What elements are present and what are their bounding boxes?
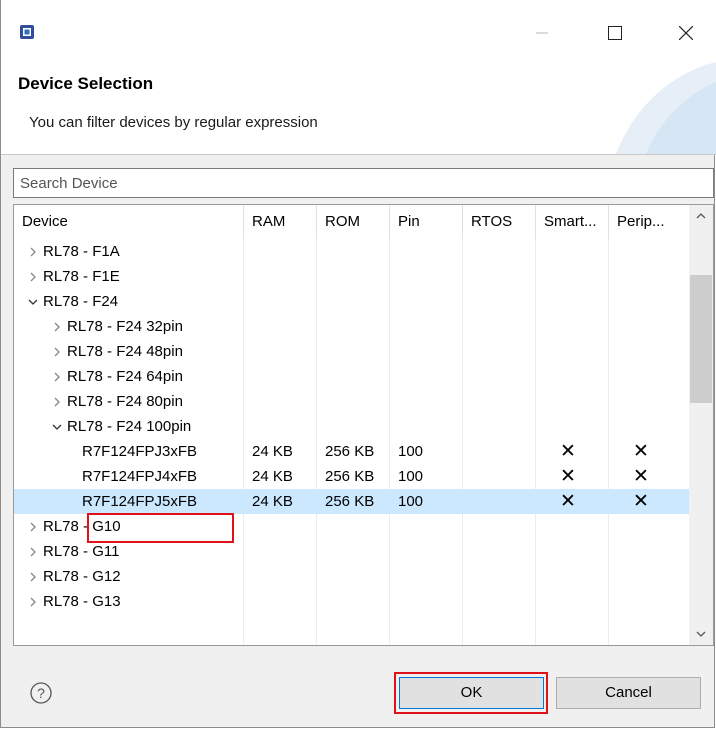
- chevron-right-icon[interactable]: [50, 339, 64, 364]
- scrollbar-thumb[interactable]: [690, 275, 712, 403]
- chevron-right-icon[interactable]: [50, 389, 64, 414]
- maximize-button[interactable]: [600, 20, 630, 46]
- cell-smart: ✕: [560, 491, 576, 512]
- dialog-header: Device Selection You can filter devices …: [1, 62, 716, 155]
- device-label: RL78 - G12: [43, 568, 121, 585]
- device-label: R7F124FPJ5xFB: [82, 493, 198, 510]
- minimize-button[interactable]: [527, 20, 557, 46]
- column-header-smart[interactable]: Smart...: [536, 205, 609, 239]
- device-label: RL78 - F1A: [43, 243, 120, 260]
- table-header: Device RAM ROM Pin RTOS Smart... Perip..…: [14, 205, 689, 239]
- ok-button[interactable]: OK: [399, 677, 544, 709]
- cell-pin: 100: [398, 493, 424, 510]
- dialog-title: Device Selection: [18, 74, 154, 93]
- table-row[interactable]: RL78 - F24 48pin: [14, 339, 689, 364]
- chevron-down-icon[interactable]: [50, 414, 64, 439]
- cell-ram: 24 KB: [252, 468, 293, 485]
- device-label: RL78 - F1E: [43, 268, 120, 285]
- minimize-icon: [536, 32, 548, 34]
- cell-rom: 256 KB: [325, 468, 375, 485]
- chevron-right-icon[interactable]: [26, 539, 40, 564]
- chevron-right-icon[interactable]: [26, 564, 40, 589]
- svg-text:?: ?: [37, 685, 45, 701]
- column-header-rom[interactable]: ROM: [317, 205, 390, 239]
- cell-perip: ✕: [633, 491, 649, 512]
- cell-rom: 256 KB: [325, 443, 375, 460]
- table-row[interactable]: RL78 - G12: [14, 564, 689, 589]
- column-header-perip[interactable]: Perip...: [609, 205, 689, 239]
- cell-perip: ✕: [633, 441, 649, 462]
- table-row[interactable]: RL78 - F24 64pin: [14, 364, 689, 389]
- column-header-ram[interactable]: RAM: [244, 205, 317, 239]
- cell-ram: 24 KB: [252, 493, 293, 510]
- cell-rom: 256 KB: [325, 493, 375, 510]
- table-row[interactable]: RL78 - F1A: [14, 239, 689, 264]
- chevron-down-icon: [696, 631, 706, 637]
- cell-perip: ✕: [633, 466, 649, 487]
- device-label: RL78 - F24 32pin: [67, 318, 183, 335]
- column-header-rtos[interactable]: RTOS: [463, 205, 536, 239]
- device-label: RL78 - G10: [43, 518, 121, 535]
- chevron-right-icon[interactable]: [50, 364, 64, 389]
- device-label: RL78 - F24: [43, 293, 119, 310]
- close-icon: [679, 26, 693, 40]
- device-selection-dialog: Device Selection You can filter devices …: [0, 0, 716, 728]
- table-row[interactable]: RL78 - F24 80pin: [14, 389, 689, 414]
- device-label: RL78 - G13: [43, 593, 121, 610]
- help-icon[interactable]: ?: [30, 682, 52, 704]
- device-label: R7F124FPJ3xFB: [82, 443, 198, 460]
- device-label: RL78 - F24 48pin: [67, 343, 183, 360]
- scroll-up-button[interactable]: [689, 205, 713, 227]
- header-decoration: [616, 62, 716, 154]
- chevron-down-icon[interactable]: [26, 289, 40, 314]
- chevron-right-icon[interactable]: [26, 239, 40, 264]
- cell-pin: 100: [398, 468, 424, 485]
- close-button[interactable]: [671, 20, 701, 46]
- table-row[interactable]: RL78 - F24: [14, 289, 689, 314]
- table-row[interactable]: RL78 - G11: [14, 539, 689, 564]
- chevron-up-icon: [696, 213, 706, 219]
- cancel-button[interactable]: Cancel: [556, 677, 701, 709]
- column-header-pin[interactable]: Pin: [390, 205, 463, 239]
- chevron-right-icon[interactable]: [26, 264, 40, 289]
- table-row[interactable]: RL78 - F1E: [14, 264, 689, 289]
- cell-smart: ✕: [560, 466, 576, 487]
- device-label: R7F124FPJ4xFB: [82, 468, 198, 485]
- device-label: RL78 - G11: [43, 543, 120, 560]
- device-label: RL78 - F24 100pin: [67, 418, 192, 435]
- cell-pin: 100: [398, 443, 424, 460]
- table-row[interactable]: RL78 - F24 100pin: [14, 414, 689, 439]
- device-label: RL78 - F24 80pin: [67, 393, 183, 410]
- title-bar: [1, 0, 716, 62]
- table-row[interactable]: RL78 - F24 32pin: [14, 314, 689, 339]
- table-row[interactable]: R7F124FPJ4xFB 24 KB 256 KB 100 ✕ ✕: [14, 464, 689, 489]
- column-header-device[interactable]: Device: [14, 205, 244, 239]
- vertical-scrollbar[interactable]: [689, 205, 713, 645]
- search-device-input[interactable]: [13, 168, 714, 198]
- scroll-down-button[interactable]: [689, 623, 713, 645]
- cell-smart: ✕: [560, 441, 576, 462]
- table-row[interactable]: RL78 - G10: [14, 514, 689, 539]
- chevron-right-icon[interactable]: [26, 589, 40, 614]
- cell-ram: 24 KB: [252, 443, 293, 460]
- table-row[interactable]: R7F124FPJ3xFB 24 KB 256 KB 100 ✕ ✕: [14, 439, 689, 464]
- device-table: Device RAM ROM Pin RTOS Smart... Perip..…: [13, 204, 714, 646]
- dialog-description: You can filter devices by regular expres…: [29, 114, 318, 131]
- table-row[interactable]: R7F124FPJ5xFB 24 KB 256 KB 100 ✕ ✕: [14, 489, 689, 514]
- maximize-icon: [608, 26, 622, 40]
- chevron-right-icon[interactable]: [50, 314, 64, 339]
- chevron-right-icon[interactable]: [26, 514, 40, 539]
- device-label: RL78 - F24 64pin: [67, 368, 183, 385]
- table-row[interactable]: RL78 - G13: [14, 589, 689, 614]
- chip-icon: [20, 25, 34, 39]
